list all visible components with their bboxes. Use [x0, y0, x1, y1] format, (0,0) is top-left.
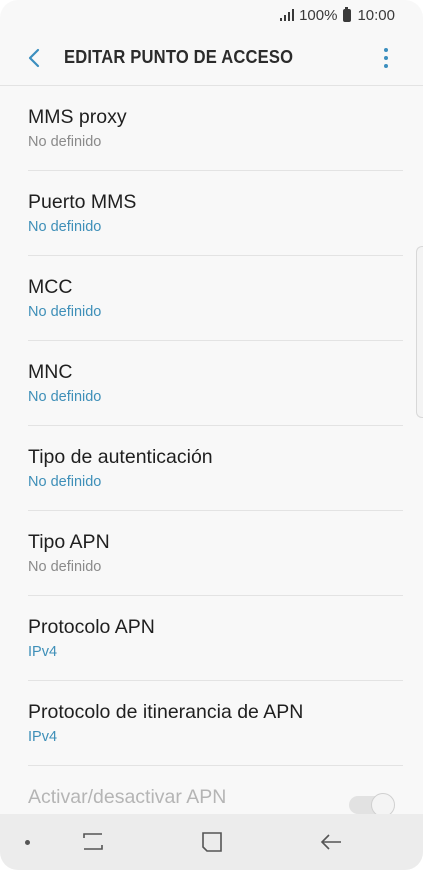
- list-item[interactable]: MCC No definido: [28, 256, 403, 341]
- item-title: Protocolo de itinerancia de APN: [28, 701, 304, 723]
- nav-back-icon[interactable]: [318, 830, 344, 854]
- list-item[interactable]: Puerto MMS No definido: [28, 171, 403, 256]
- app-bar: EDITAR PUNTO DE ACCESO: [0, 30, 423, 86]
- more-vert-icon: [384, 47, 388, 52]
- settings-list: MMS proxy No definido Puerto MMS No definid…: [0, 86, 423, 814]
- item-value: IPv4: [28, 729, 58, 745]
- battery-icon: [343, 6, 352, 22]
- item-title: Protocolo APN: [28, 616, 155, 638]
- battery-percent: 100%: [299, 6, 338, 24]
- item-value: No definido: [28, 134, 102, 150]
- list-item[interactable]: MNC No definido: [28, 341, 403, 426]
- list-item[interactable]: Tipo APN No definido: [28, 511, 403, 596]
- item-title: MCC: [28, 276, 73, 298]
- signal-icon: [280, 9, 295, 21]
- item-value: No definido: [28, 304, 102, 320]
- item-value: No definido: [28, 474, 102, 490]
- phone-screen: 100% 10:00 EDITAR PUNTO DE ACCESO MMS pr…: [0, 0, 423, 870]
- more-options-button[interactable]: [371, 38, 401, 78]
- navigation-bar: [0, 814, 423, 870]
- scroll-indicator[interactable]: [416, 246, 423, 418]
- home-icon[interactable]: [199, 830, 225, 854]
- list-item[interactable]: Activar/desactivar APN: [28, 766, 403, 814]
- list-item[interactable]: Tipo de autenticación No definido: [28, 426, 403, 511]
- status-bar: 100% 10:00: [0, 0, 423, 30]
- item-title: Tipo APN: [28, 531, 110, 553]
- list-item[interactable]: Protocolo de itinerancia de APN IPv4: [28, 681, 403, 766]
- item-title: Activar/desactivar APN: [28, 786, 227, 808]
- nav-dot-indicator: [25, 840, 30, 845]
- item-title: Puerto MMS: [28, 191, 137, 213]
- recents-icon[interactable]: [80, 830, 106, 854]
- back-button[interactable]: [14, 38, 54, 78]
- item-value: No definido: [28, 559, 102, 575]
- item-title: MMS proxy: [28, 106, 127, 128]
- page-title: EDITAR PUNTO DE ACCESO: [64, 47, 294, 67]
- item-title: Tipo de autenticación: [28, 446, 213, 468]
- item-title: MNC: [28, 361, 73, 383]
- back-arrow-icon: [28, 48, 40, 67]
- list-item[interactable]: MMS proxy No definido: [28, 86, 403, 171]
- list-item[interactable]: Protocolo APN IPv4: [28, 596, 403, 681]
- apn-toggle-switch[interactable]: [349, 793, 395, 814]
- item-value: No definido: [28, 389, 102, 405]
- item-value: No definido: [28, 219, 102, 235]
- item-value: IPv4: [28, 644, 58, 660]
- clock: 10:00: [357, 6, 395, 24]
